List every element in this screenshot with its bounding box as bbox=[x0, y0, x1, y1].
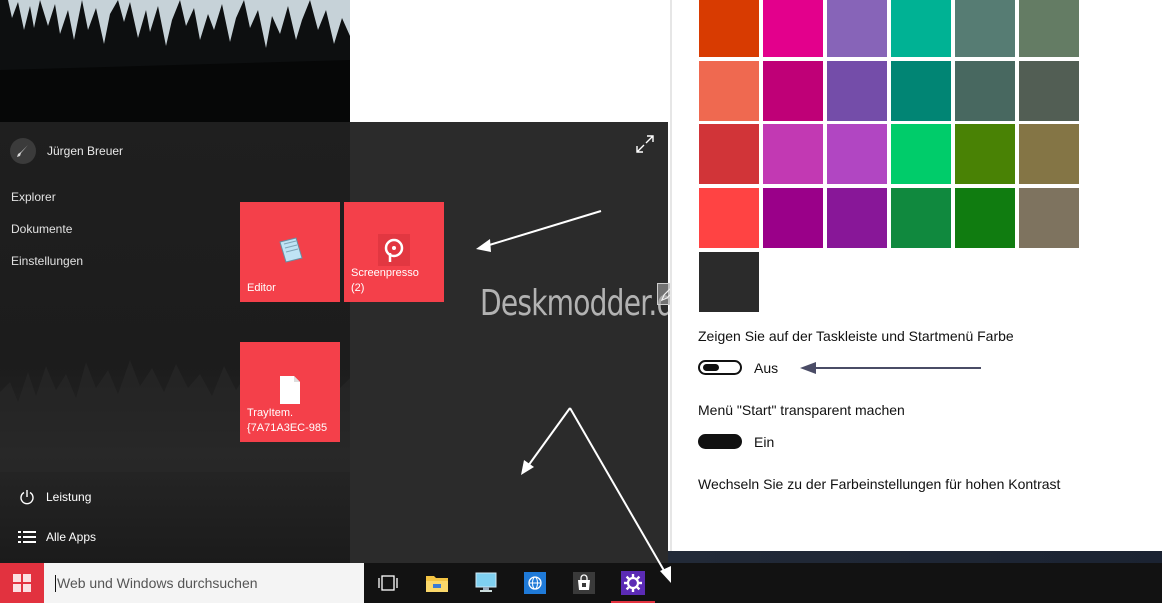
color-swatch[interactable] bbox=[955, 61, 1015, 121]
color-swatch[interactable] bbox=[699, 188, 759, 248]
color-swatch[interactable] bbox=[891, 124, 951, 184]
computer-icon bbox=[475, 572, 497, 592]
power-button[interactable]: Leistung bbox=[18, 488, 91, 506]
color-swatch[interactable] bbox=[763, 124, 823, 184]
color-swatch[interactable] bbox=[891, 0, 951, 57]
start-menu: Jürgen Breuer Explorer Dokumente Einstel… bbox=[0, 122, 668, 563]
desktop-wallpaper bbox=[0, 0, 350, 122]
color-swatch[interactable] bbox=[891, 61, 951, 121]
color-swatch[interactable] bbox=[955, 188, 1015, 248]
high-contrast-link[interactable]: Wechseln Sie zu der Farbeinstellungen fü… bbox=[698, 476, 1060, 492]
color-swatch[interactable] bbox=[699, 124, 759, 184]
menu-item-dokumente[interactable]: Dokumente bbox=[11, 222, 72, 236]
tile-screenpresso[interactable]: Screenpresso (2) bbox=[344, 202, 444, 302]
document-icon bbox=[280, 376, 300, 404]
color-swatch[interactable] bbox=[827, 188, 887, 248]
color-swatch[interactable] bbox=[763, 61, 823, 121]
color-swatch[interactable] bbox=[955, 124, 1015, 184]
color-swatch[interactable] bbox=[1019, 124, 1079, 184]
power-label: Leistung bbox=[46, 490, 92, 504]
expand-icon[interactable] bbox=[636, 135, 654, 153]
notepad-icon bbox=[279, 237, 303, 263]
tile-label: TrayItem. {7A71A3EC-985 bbox=[247, 407, 328, 434]
color-taskbar-toggle[interactable] bbox=[698, 360, 742, 375]
file-explorer-icon bbox=[426, 576, 448, 592]
tile-label: Editor bbox=[247, 282, 276, 294]
color-swatch[interactable] bbox=[763, 0, 823, 57]
task-view-icon bbox=[378, 575, 398, 591]
menu-item-explorer[interactable]: Explorer bbox=[11, 190, 56, 204]
store-button[interactable] bbox=[560, 563, 608, 603]
forest-image bbox=[0, 0, 350, 122]
text-caret bbox=[55, 574, 56, 592]
list-icon bbox=[18, 528, 36, 546]
transparent-toggle[interactable] bbox=[698, 434, 742, 449]
search-box[interactable] bbox=[44, 563, 364, 603]
color-swatch[interactable] bbox=[827, 124, 887, 184]
color-swatch[interactable] bbox=[827, 61, 887, 121]
taskbar bbox=[0, 563, 1162, 603]
user-name: Jürgen Breuer bbox=[47, 144, 124, 158]
color-swatch[interactable] bbox=[699, 61, 759, 121]
settings-button[interactable] bbox=[609, 563, 657, 603]
store-icon bbox=[573, 572, 595, 594]
computer-button[interactable] bbox=[462, 563, 510, 603]
color-swatch[interactable] bbox=[891, 188, 951, 248]
color-swatch[interactable] bbox=[699, 0, 759, 57]
settings-panel: Zeigen Sie auf der Taskleiste und Startm… bbox=[670, 0, 1162, 551]
color-taskbar-label: Zeigen Sie auf der Taskleiste und Startm… bbox=[698, 328, 1014, 344]
all-apps-button[interactable]: Alle Apps bbox=[18, 528, 96, 546]
power-icon bbox=[18, 488, 36, 506]
color-swatch[interactable] bbox=[1019, 0, 1079, 57]
task-view-button[interactable] bbox=[364, 563, 412, 603]
tile-trayitem[interactable]: TrayItem. {7A71A3EC-985 bbox=[240, 342, 340, 442]
color-swatch[interactable] bbox=[763, 188, 823, 248]
tile-editor[interactable]: Editor bbox=[240, 202, 340, 302]
browser-button[interactable] bbox=[511, 563, 559, 603]
user-account[interactable]: Jürgen Breuer bbox=[10, 138, 123, 164]
color-swatch[interactable] bbox=[699, 252, 759, 312]
settings-icon bbox=[621, 571, 645, 595]
transparent-label: Menü "Start" transparent machen bbox=[698, 402, 905, 418]
transparent-state: Ein bbox=[754, 434, 775, 450]
color-taskbar-state: Aus bbox=[754, 360, 779, 376]
screenshot-root: Jürgen Breuer Explorer Dokumente Einstel… bbox=[0, 0, 1162, 603]
windows-logo-icon bbox=[13, 574, 31, 592]
browser-icon bbox=[524, 572, 546, 594]
all-apps-label: Alle Apps bbox=[46, 530, 97, 544]
color-swatch[interactable] bbox=[827, 0, 887, 57]
tile-label: Screenpresso (2) bbox=[351, 267, 419, 294]
avatar bbox=[10, 138, 36, 164]
color-swatch[interactable] bbox=[1019, 61, 1079, 121]
color-swatch[interactable] bbox=[1019, 188, 1079, 248]
search-input[interactable] bbox=[57, 575, 347, 591]
brush-icon bbox=[17, 145, 28, 157]
file-explorer-button[interactable] bbox=[413, 563, 461, 603]
desktop-background bbox=[350, 0, 668, 122]
desktop-strip bbox=[668, 551, 1162, 563]
start-button[interactable] bbox=[0, 563, 44, 603]
color-swatch[interactable] bbox=[955, 0, 1015, 57]
menu-item-einstellungen[interactable]: Einstellungen bbox=[11, 254, 83, 268]
screenpresso-icon bbox=[378, 234, 410, 266]
